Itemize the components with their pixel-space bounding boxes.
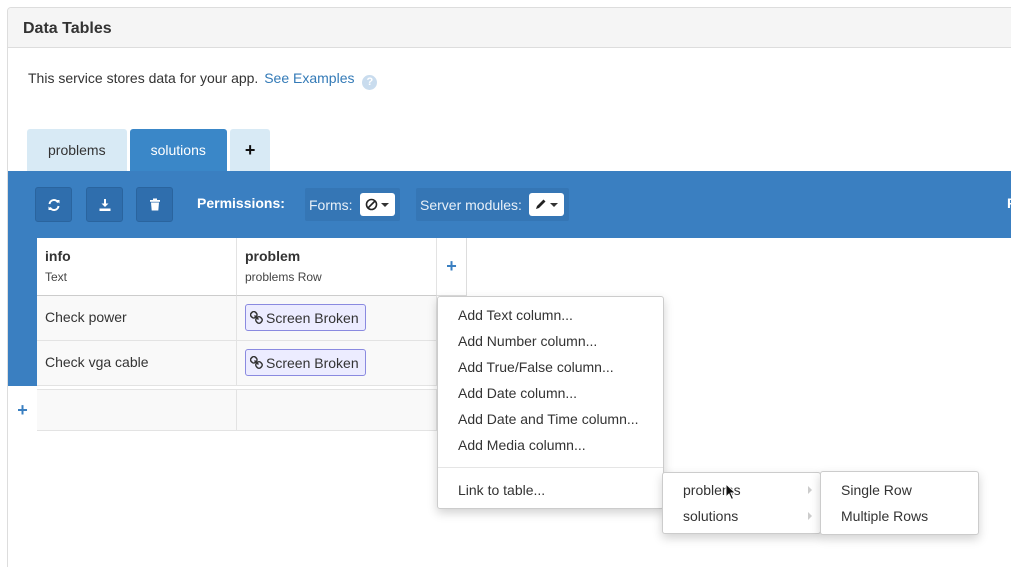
chevron-right-icon bbox=[808, 512, 812, 520]
add-number-column-item[interactable]: Add Number column... bbox=[438, 328, 663, 354]
tab-problems[interactable]: problems bbox=[27, 129, 127, 172]
row-link-badge[interactable]: Screen Broken bbox=[245, 304, 366, 331]
table-tabs: problems solutions + bbox=[27, 129, 273, 172]
column-name: problem bbox=[245, 248, 301, 264]
intro-description: This service stores data for your app. bbox=[28, 70, 259, 86]
chevron-down-icon bbox=[550, 202, 559, 207]
add-datetime-column-item[interactable]: Add Date and Time column... bbox=[438, 406, 663, 432]
menu-divider bbox=[438, 467, 663, 468]
download-button[interactable] bbox=[86, 187, 123, 222]
forms-permission-dropdown[interactable] bbox=[359, 193, 395, 216]
add-date-column-item[interactable]: Add Date column... bbox=[438, 380, 663, 406]
link-table-submenu: problems solutions bbox=[662, 472, 821, 534]
submenu-item-solutions[interactable]: solutions bbox=[663, 503, 820, 529]
pencil-icon bbox=[536, 199, 546, 209]
row-selector-strip[interactable] bbox=[8, 238, 37, 386]
table-cell[interactable]: Screen Broken bbox=[237, 341, 437, 386]
table-cell[interactable]: Check power bbox=[37, 296, 237, 341]
link-icon bbox=[250, 311, 263, 324]
add-text-column-item[interactable]: Add Text column... bbox=[438, 302, 663, 328]
add-media-column-item[interactable]: Add Media column... bbox=[438, 432, 663, 458]
link-icon bbox=[250, 356, 263, 369]
forms-permission: Forms: bbox=[305, 188, 400, 221]
submenu-item-problems[interactable]: problems bbox=[663, 477, 820, 503]
submenu-item-label: solutions bbox=[683, 508, 739, 524]
see-examples-link[interactable]: See Examples bbox=[264, 70, 354, 86]
permissions-label: Permissions: bbox=[197, 195, 285, 211]
multiple-rows-item[interactable]: Multiple Rows bbox=[821, 503, 978, 529]
chevron-down-icon bbox=[381, 202, 390, 207]
refresh-button[interactable] bbox=[35, 187, 72, 222]
add-table-tab[interactable]: + bbox=[229, 129, 271, 172]
server-modules-permission-dropdown[interactable] bbox=[528, 193, 564, 216]
intro-text: This service stores data for your app. S… bbox=[28, 70, 378, 90]
panel-title: Data Tables bbox=[8, 8, 1011, 48]
add-boolean-column-item[interactable]: Add True/False column... bbox=[438, 354, 663, 380]
refresh-icon bbox=[48, 198, 59, 211]
tab-solutions[interactable]: solutions bbox=[129, 129, 227, 172]
column-header-info[interactable]: info Text bbox=[37, 238, 237, 296]
mouse-cursor-icon bbox=[725, 483, 737, 501]
single-row-item[interactable]: Single Row bbox=[821, 477, 978, 503]
row-link-badge[interactable]: Screen Broken bbox=[245, 349, 366, 376]
add-row-button[interactable]: + bbox=[8, 389, 37, 431]
table-cell[interactable]: Screen Broken bbox=[237, 296, 437, 341]
help-icon[interactable]: ? bbox=[362, 75, 378, 90]
chevron-right-icon bbox=[808, 486, 812, 494]
server-modules-label: Server modules: bbox=[420, 196, 522, 213]
table-cell[interactable]: Check vga cable bbox=[37, 341, 237, 386]
server-modules-permission: Server modules: bbox=[416, 188, 569, 221]
download-icon bbox=[99, 198, 110, 211]
toolbar-overflow-label: F bbox=[1007, 195, 1011, 211]
new-row-cell[interactable] bbox=[237, 389, 437, 431]
add-column-menu: Add Text column... Add Number column... … bbox=[437, 296, 664, 509]
link-to-table-item[interactable]: Link to table... bbox=[438, 477, 663, 503]
row-link-text: Screen Broken bbox=[266, 309, 359, 326]
delete-table-button[interactable] bbox=[136, 187, 173, 222]
table-toolbar: Permissions: Forms: Server modules: F bbox=[8, 171, 1011, 238]
column-type: Text bbox=[45, 270, 68, 284]
row-link-text: Screen Broken bbox=[266, 354, 359, 371]
trash-icon bbox=[149, 198, 160, 211]
add-column-button[interactable]: + bbox=[437, 238, 467, 296]
link-type-submenu: Single Row Multiple Rows bbox=[820, 471, 979, 535]
forms-label: Forms: bbox=[309, 196, 353, 213]
new-row-cell[interactable] bbox=[37, 389, 237, 431]
column-type: problems Row bbox=[245, 270, 322, 284]
column-name: info bbox=[45, 248, 71, 264]
column-header-problem[interactable]: problem problems Row bbox=[237, 238, 437, 296]
no-access-icon bbox=[365, 198, 378, 211]
